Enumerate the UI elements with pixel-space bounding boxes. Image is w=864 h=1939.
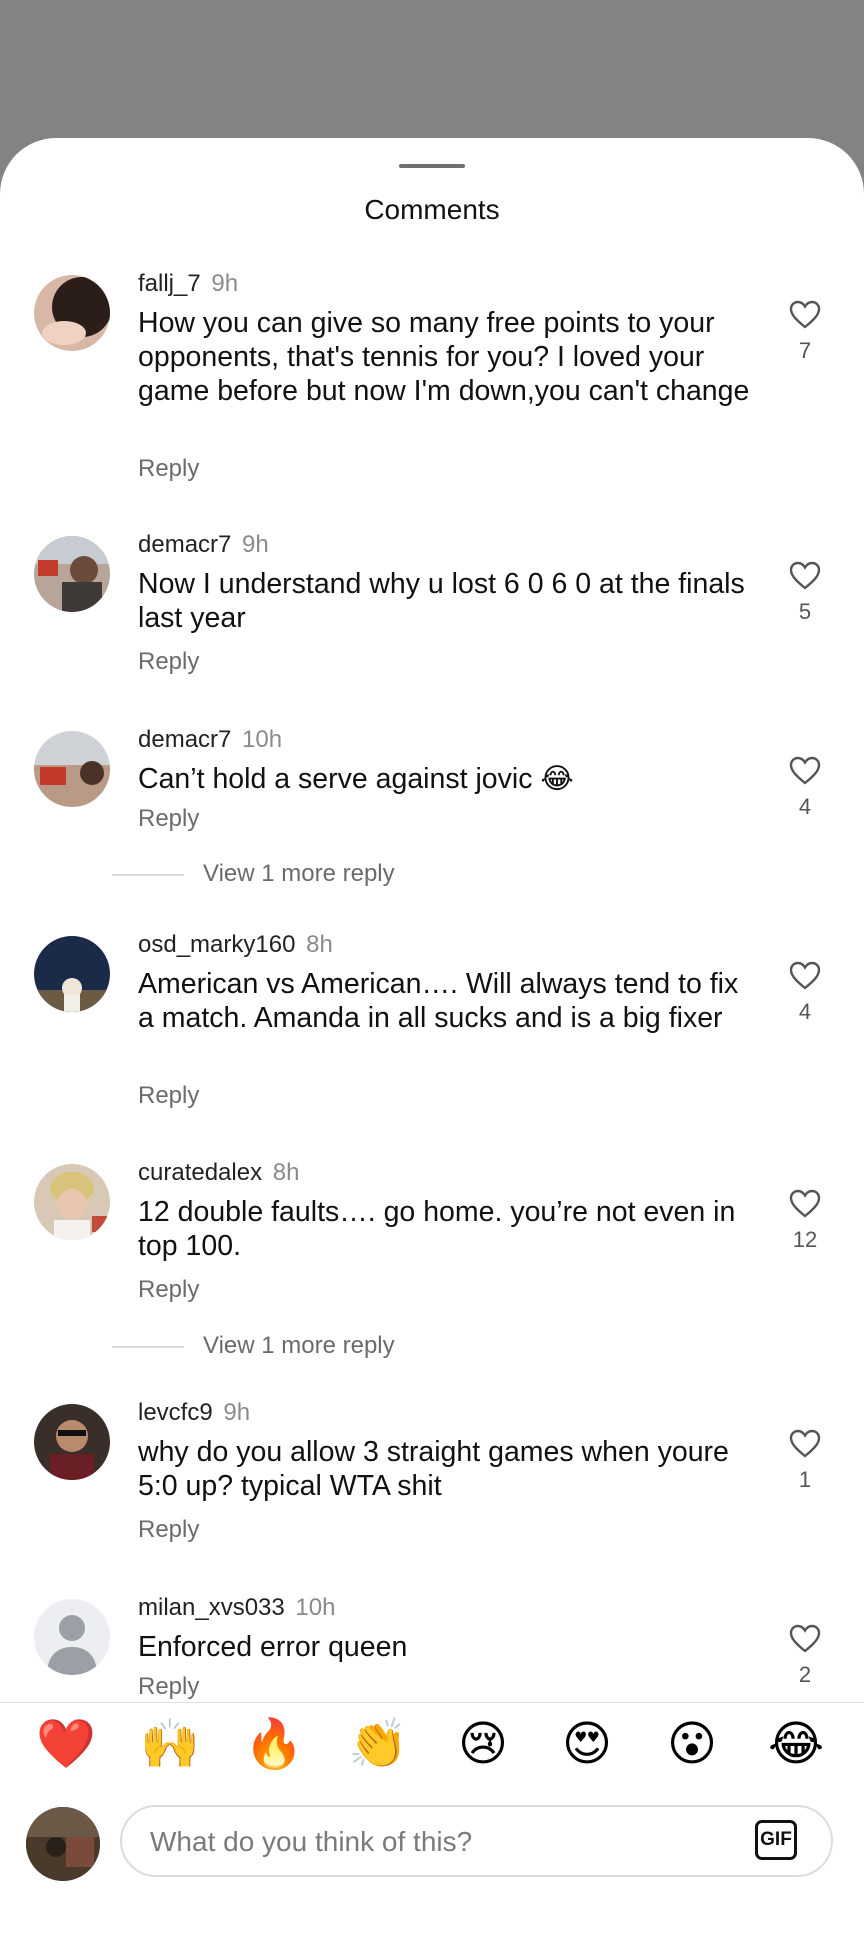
reply-button[interactable]: Reply [138, 454, 199, 484]
avatar[interactable] [34, 536, 110, 612]
view-more-divider [112, 874, 184, 876]
comment-header: demacr7 9h [138, 529, 269, 561]
view-more-label[interactable]: View 1 more reply [203, 1331, 395, 1361]
username[interactable]: demacr7 [138, 531, 231, 558]
avatar[interactable] [34, 1404, 110, 1480]
timestamp: 8h [272, 1159, 300, 1186]
comment-input-box[interactable]: GIF [120, 1805, 833, 1877]
heart-icon[interactable] [789, 1189, 821, 1219]
timestamp: 9h [223, 1399, 251, 1426]
comment-text: Can’t hold a serve against jovic 😂 [138, 763, 574, 795]
gif-button[interactable]: GIF [755, 1820, 797, 1860]
like-control: 1 [780, 1429, 830, 1493]
like-count: 4 [798, 999, 812, 1024]
comment-text: Enforced error queen [138, 1631, 408, 1663]
comment-header: levcfc9 9h [138, 1397, 250, 1429]
username[interactable]: milan_xvs033 [138, 1594, 285, 1621]
like-count: 4 [798, 794, 812, 819]
like-control: 12 [780, 1189, 830, 1253]
heart-icon[interactable] [789, 756, 821, 786]
username[interactable]: demacr7 [138, 726, 231, 753]
timestamp: 9h [211, 270, 239, 297]
heart-icon[interactable] [789, 300, 821, 330]
like-control: 7 [780, 300, 830, 364]
reply-button[interactable]: Reply [138, 647, 199, 677]
comment-header: demacr7 10h [138, 724, 282, 756]
like-control: 5 [780, 561, 830, 625]
emoji-clapping[interactable]: 👏 [348, 1715, 408, 1775]
emoji-heart[interactable]: ❤️ [36, 1715, 96, 1775]
comments-list[interactable]: Comments fallj_7 9h How you can give so … [0, 138, 864, 1702]
avatar[interactable] [34, 1164, 110, 1240]
timestamp: 10h [242, 726, 283, 753]
avatar[interactable] [34, 731, 110, 807]
comment-text: 12 double faults…. go home. you’re not e… [138, 1196, 736, 1262]
like-count: 7 [798, 338, 812, 363]
reply-button[interactable]: Reply [138, 1275, 199, 1305]
composer-bar: ❤️ 🙌 🔥 👏 😢 😍 😮 😂 GIF [0, 1702, 864, 1939]
comments-sheet: Comments fallj_7 9h How you can give so … [0, 138, 864, 1939]
heart-icon[interactable] [789, 1624, 821, 1654]
timestamp: 8h [306, 931, 333, 958]
comment-text: How you can give so many free points to … [138, 307, 750, 407]
comment-header: osd_marky160 8h [138, 929, 333, 961]
username[interactable]: curatedalex [138, 1159, 262, 1186]
username[interactable]: fallj_7 [138, 270, 201, 297]
emoji-laughing[interactable]: 😂 [766, 1715, 826, 1775]
reply-button[interactable]: Reply [138, 804, 199, 834]
username[interactable]: osd_marky160 [138, 931, 295, 958]
heart-icon[interactable] [789, 961, 821, 991]
like-control: 2 [780, 1624, 830, 1688]
heart-icon[interactable] [789, 1429, 821, 1459]
sheet-title: Comments [364, 194, 500, 225]
view-more-label[interactable]: View 1 more reply [203, 859, 395, 889]
timestamp: 10h [295, 1594, 336, 1621]
emoji-crying[interactable]: 😢 [453, 1715, 513, 1775]
like-count: 5 [798, 599, 812, 624]
reply-button[interactable]: Reply [138, 1081, 199, 1111]
avatar[interactable] [34, 1599, 110, 1675]
like-control: 4 [780, 961, 830, 1025]
comment-header: fallj_7 9h [138, 268, 238, 300]
avatar[interactable] [34, 936, 110, 1012]
comment-input[interactable] [148, 1807, 712, 1877]
like-count: 12 [792, 1227, 818, 1252]
like-control: 4 [780, 756, 830, 820]
username[interactable]: levcfc9 [138, 1399, 213, 1426]
current-user-avatar [26, 1807, 100, 1881]
like-count: 1 [798, 1467, 812, 1492]
comment-text: why do you allow 3 straight games when y… [138, 1436, 729, 1502]
drag-handle[interactable] [399, 164, 465, 168]
like-count: 2 [798, 1662, 812, 1687]
reply-button[interactable]: Reply [138, 1515, 199, 1545]
comment-header: milan_xvs033 10h [138, 1592, 335, 1624]
emoji-reaction-row: ❤️ 🙌 🔥 👏 😢 😍 😮 😂 [0, 1715, 864, 1785]
heart-icon[interactable] [789, 561, 821, 591]
comment-header: curatedalex 8h [138, 1157, 299, 1189]
timestamp: 9h [242, 531, 269, 558]
emoji-fire[interactable]: 🔥 [244, 1715, 304, 1775]
view-more-divider [112, 1346, 184, 1348]
comment-text: Now I understand why u lost 6 0 6 0 at t… [138, 568, 745, 634]
emoji-raised-hands[interactable]: 🙌 [140, 1715, 200, 1775]
default-avatar-icon [34, 1599, 110, 1675]
comment-text: American vs American…. Will always tend … [138, 968, 739, 1034]
reply-button[interactable]: Reply [138, 1672, 199, 1702]
avatar[interactable] [34, 275, 110, 351]
emoji-heart-eyes[interactable]: 😍 [557, 1715, 617, 1775]
emoji-surprised[interactable]: 😮 [662, 1715, 722, 1775]
